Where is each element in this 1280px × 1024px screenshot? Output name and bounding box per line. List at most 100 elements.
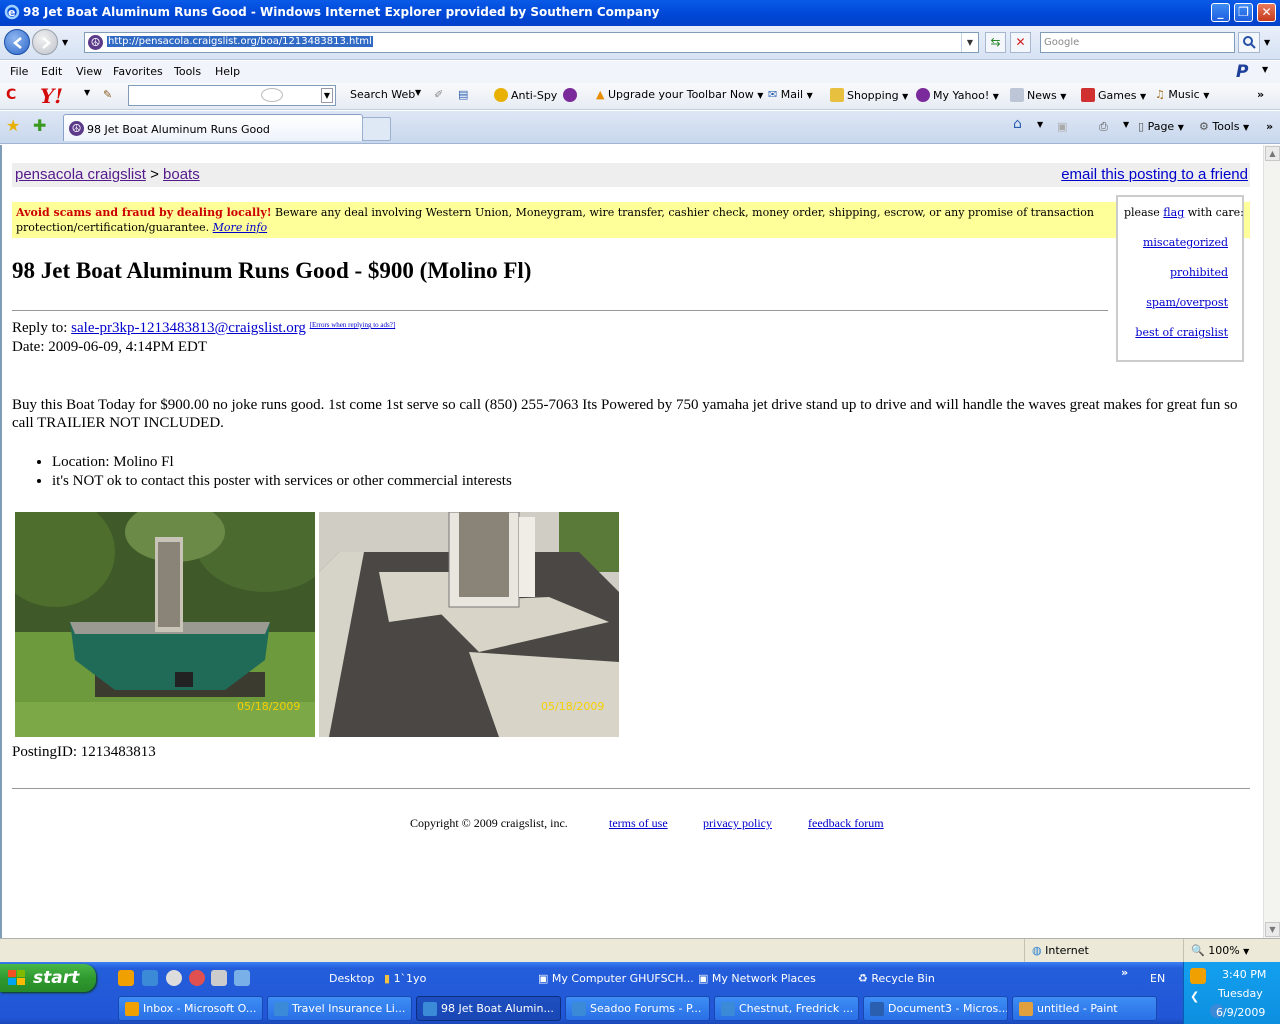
start-button[interactable]: start	[0, 964, 96, 992]
outlook-quicklaunch-icon[interactable]	[118, 970, 134, 986]
favorites-star-icon[interactable]: ★	[6, 116, 20, 135]
zoom-level[interactable]: 🔍 100% ▼	[1191, 944, 1249, 957]
search-history-dropdown-icon[interactable]: ▼	[320, 88, 333, 103]
desktop-toolbar[interactable]: Desktop	[329, 972, 374, 985]
flag-miscategorized-link[interactable]: miscategorized	[1143, 236, 1228, 249]
security-zone[interactable]: ◍ Internet	[1032, 944, 1089, 957]
folder-shortcut[interactable]: ▮ 1`1yo	[384, 972, 426, 985]
network-quicklaunch-icon[interactable]	[234, 970, 250, 986]
refresh-button[interactable]: ⇆	[985, 32, 1006, 53]
boat-photo-deck[interactable]: 05/18/2009	[319, 512, 619, 737]
breadcrumb-category-link[interactable]: boats	[163, 166, 200, 183]
layout-icon[interactable]: ▤	[458, 88, 468, 101]
network-places-shortcut[interactable]: ▣ My Network Places	[698, 972, 816, 985]
reply-errors-link[interactable]: [Errors when replying to ads?]	[310, 321, 396, 329]
menu-tools[interactable]: Tools	[174, 65, 201, 78]
stop-button[interactable]: ✕	[1010, 32, 1031, 53]
highlight-pen-icon[interactable]: ✐	[434, 88, 443, 101]
home-dropdown-icon[interactable]: ▼	[1037, 120, 1043, 129]
flag-link[interactable]: flag	[1163, 206, 1184, 219]
music-button[interactable]: ♫ Music ▼	[1155, 88, 1209, 101]
mail-button[interactable]: ✉ Mail ▼	[768, 88, 813, 101]
email-to-friend-link[interactable]: email this posting to a friend	[1061, 166, 1248, 183]
tools-menu-button[interactable]: ⚙ Tools ▼	[1199, 120, 1249, 133]
taskbar-button-seadoo[interactable]: Seadoo Forums - P...	[565, 996, 710, 1021]
ie-quicklaunch-icon[interactable]	[142, 970, 158, 986]
taskbar-button-paint[interactable]: untitled - Paint	[1012, 996, 1157, 1021]
flag-prohibited-link[interactable]: prohibited	[1170, 266, 1228, 279]
clock-time[interactable]: 3:40 PM	[1222, 968, 1266, 981]
search-button[interactable]	[1238, 32, 1260, 53]
tab-active[interactable]: ☮ 98 Jet Boat Aluminum Runs Good	[63, 114, 363, 141]
minimize-button[interactable]: _	[1211, 3, 1230, 22]
back-button[interactable]	[4, 29, 30, 55]
reply-email-link[interactable]: sale-pr3kp-1213483813@craigslist.org	[71, 320, 306, 336]
address-url[interactable]: http://pensacola.craigslist.org/boa/1213…	[107, 36, 373, 47]
anti-spy-button[interactable]: Anti-Spy	[494, 88, 557, 102]
search-web-button[interactable]: Search Web	[350, 88, 415, 101]
shopping-button[interactable]: Shopping ▼	[830, 88, 908, 102]
search-web-dropdown-icon[interactable]: ▼	[415, 88, 421, 97]
pencil-icon[interactable]: ✎	[103, 88, 112, 101]
app-quicklaunch-icon[interactable]	[189, 970, 205, 986]
print-icon[interactable]: ⎙	[1099, 120, 1108, 134]
feeds-icon[interactable]: ▣	[1057, 120, 1067, 133]
media-player-quicklaunch-icon[interactable]	[166, 970, 182, 986]
page-menu-button[interactable]: ▯ Page ▼	[1138, 120, 1184, 133]
google-search-input[interactable]: Google	[1040, 32, 1235, 53]
upgrade-toolbar-button[interactable]: ▲ Upgrade your Toolbar Now ▼	[596, 88, 763, 101]
terms-of-use-link[interactable]: terms of use	[609, 816, 668, 831]
breadcrumb-site-link[interactable]: pensacola craigslist	[15, 166, 146, 183]
more-info-link[interactable]: More info	[213, 221, 267, 234]
taskbar-button-chestnut[interactable]: Chestnut, Fredrick ...	[714, 996, 859, 1021]
taskbar-button-outlook[interactable]: Inbox - Microsoft O...	[118, 996, 263, 1021]
taskbar-button-jet-boat[interactable]: 98 Jet Boat Alumin...	[416, 996, 561, 1021]
add-favorites-icon[interactable]: ✚	[33, 116, 46, 135]
tray-arrow-icon[interactable]: ❮	[1190, 990, 1199, 1003]
menu-favorites[interactable]: Favorites	[113, 65, 163, 78]
recycle-bin-shortcut[interactable]: ♻ Recycle Bin	[858, 972, 935, 985]
menu-view[interactable]: View	[76, 65, 102, 78]
news-button[interactable]: News ▼	[1010, 88, 1066, 102]
taskbar-button-document3[interactable]: Document3 - Micros...	[863, 996, 1008, 1021]
home-icon[interactable]: ⌂	[1013, 116, 1022, 132]
menu-chevron-icon[interactable]: ▼	[1262, 65, 1268, 74]
menu-edit[interactable]: Edit	[41, 65, 62, 78]
search-options-icon[interactable]: ▼	[1264, 38, 1270, 47]
toolbar-c-icon[interactable]: C	[6, 87, 16, 103]
language-indicator[interactable]: EN	[1150, 972, 1165, 985]
yahoo-purple-icon[interactable]	[563, 88, 580, 102]
history-dropdown-icon[interactable]: ▼	[62, 38, 68, 47]
taskbar-button-travel[interactable]: Travel Insurance Li...	[267, 996, 412, 1021]
scroll-down-icon[interactable]: ▼	[1265, 922, 1280, 937]
tool-quicklaunch-icon[interactable]	[211, 970, 227, 986]
tray-outlook-icon[interactable]	[1190, 968, 1206, 984]
address-bar[interactable]: ☮ http://pensacola.craigslist.org/boa/12…	[84, 32, 979, 53]
privacy-policy-link[interactable]: privacy policy	[703, 816, 772, 831]
feedback-forum-link[interactable]: feedback forum	[808, 816, 884, 831]
my-yahoo-button[interactable]: My Yahoo! ▼	[916, 88, 999, 102]
menu-help[interactable]: Help	[215, 65, 240, 78]
quicklaunch-overflow-icon[interactable]: »	[1121, 966, 1128, 979]
flag-spam-link[interactable]: spam/overpost	[1146, 296, 1228, 309]
toolbar-overflow-icon[interactable]: »	[1257, 88, 1264, 101]
window-title-bar[interactable]: e 98 Jet Boat Aluminum Runs Good - Windo…	[0, 0, 1280, 26]
my-computer-shortcut[interactable]: ▣ My Computer GHUFSCH...	[538, 972, 694, 985]
games-button[interactable]: Games ▼	[1081, 88, 1146, 102]
yahoo-dropdown-icon[interactable]: ▼	[84, 88, 90, 97]
command-overflow-icon[interactable]: »	[1266, 120, 1273, 133]
menu-file[interactable]: File	[10, 65, 28, 78]
yahoo-search-input[interactable]: ▼	[128, 85, 336, 106]
address-dropdown-icon[interactable]: ▼	[961, 33, 978, 52]
flag-best-of-link[interactable]: best of craigslist	[1135, 326, 1228, 339]
yahoo-logo[interactable]: Y!	[40, 84, 63, 108]
forward-button[interactable]	[32, 29, 58, 55]
scroll-up-icon[interactable]: ▲	[1265, 146, 1280, 161]
vertical-scrollbar[interactable]: ▲ ▼	[1263, 145, 1280, 938]
close-button[interactable]: ✕	[1257, 3, 1276, 22]
new-tab-button[interactable]	[362, 117, 391, 141]
restore-button[interactable]: ❐	[1234, 3, 1253, 22]
paypal-logo-icon[interactable]: P	[1236, 62, 1248, 82]
print-dropdown-icon[interactable]: ▼	[1123, 120, 1129, 129]
boat-photo-rear[interactable]: 05/18/2009	[15, 512, 315, 737]
